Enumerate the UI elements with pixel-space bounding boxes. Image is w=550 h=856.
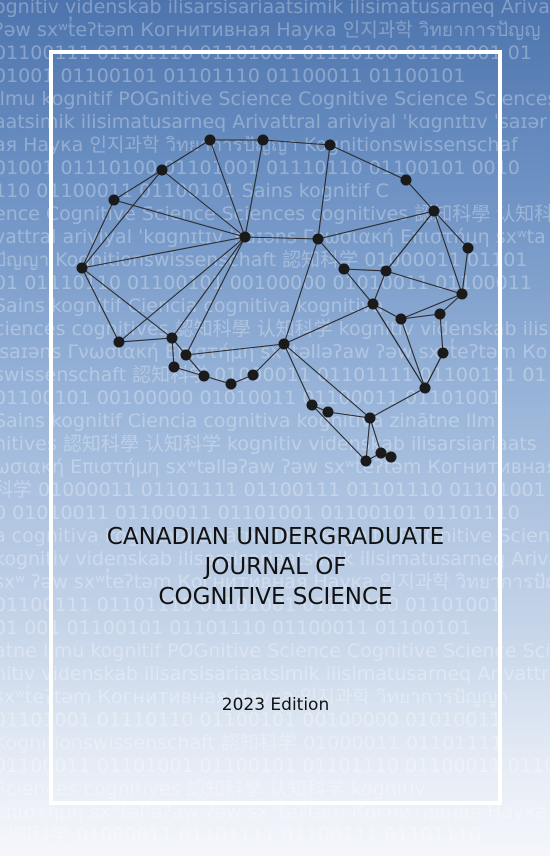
journal-title: CANADIAN UNDERGRADUATE JOURNAL OF COGNIT… — [49, 522, 502, 612]
title-line-3: COGNITIVE SCIENCE — [158, 584, 393, 610]
edition-label: 2023 Edition — [221, 695, 330, 715]
title-line-2: JOURNAL OF — [204, 554, 347, 580]
cover-frame — [49, 50, 502, 805]
title-line-1: CANADIAN UNDERGRADUATE — [106, 524, 445, 550]
